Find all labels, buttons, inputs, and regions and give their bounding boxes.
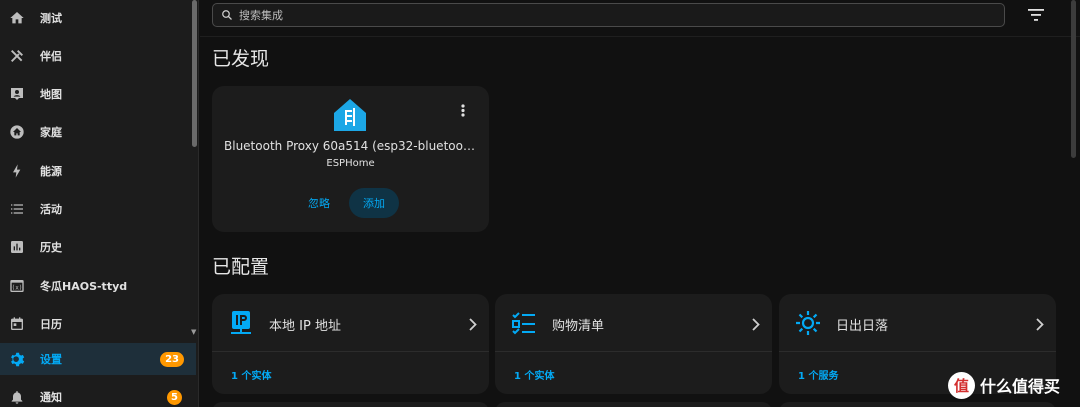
- sidebar-item-calendar[interactable]: 日历: [0, 308, 196, 340]
- filter-icon: [1028, 6, 1044, 25]
- integration-card-partial[interactable]: [779, 402, 1056, 407]
- watermark-text: 什么值得买: [980, 377, 1061, 396]
- map-account-icon: [8, 85, 26, 103]
- sidebar-item-label: 伴侣: [40, 50, 62, 63]
- sidebar-item-label: 日历: [40, 318, 62, 331]
- esphome-logo-icon: [332, 97, 368, 133]
- discovered-integration-name: ESPHome: [326, 158, 375, 169]
- chevron-right-icon: [1036, 316, 1046, 331]
- svg-text:(x): (x): [12, 284, 23, 291]
- lightning-icon: [8, 162, 26, 180]
- integration-title: 本地 IP 地址: [269, 319, 341, 334]
- sidebar-item-ttyd[interactable]: (x) 冬瓜HAOS-ttyd: [0, 270, 196, 302]
- entity-count-link[interactable]: 1 个实体: [514, 367, 554, 382]
- sidebar-item-label: 冬瓜HAOS-ttyd: [40, 280, 128, 293]
- configured-section-title: 已配置: [212, 256, 270, 278]
- integration-title: 日出日落: [836, 319, 889, 334]
- search-bar[interactable]: [212, 3, 1005, 27]
- bell-icon: [8, 388, 26, 406]
- home-circle-icon: [8, 123, 26, 141]
- sidebar-item-label: 能源: [40, 165, 62, 178]
- calendar-icon: [8, 315, 26, 333]
- search-input[interactable]: [239, 8, 1004, 22]
- integration-title: 购物清单: [552, 319, 605, 334]
- terminal-icon: (x): [8, 277, 26, 295]
- sidebar-item-label: 测试: [40, 12, 62, 25]
- ip-network-icon: [228, 310, 254, 336]
- integration-card-local-ip[interactable]: 本地 IP 地址 1 个实体: [212, 294, 489, 394]
- ignore-button[interactable]: 忽略: [298, 188, 340, 218]
- sidebar-item-label: 地图: [40, 88, 62, 101]
- sidebar-item-notifications[interactable]: 通知 5: [0, 381, 196, 407]
- chevron-right-icon: [752, 316, 762, 331]
- sidebar-item-history[interactable]: 历史: [0, 231, 196, 263]
- gear-icon: [8, 350, 26, 368]
- integration-card-shopping-list[interactable]: 购物清单 1 个实体: [495, 294, 772, 394]
- watermark-logo: 值: [948, 371, 975, 399]
- sun-icon: [795, 310, 821, 336]
- discovered-device-name: Bluetooth Proxy 60a514 (esp32-bluetooth-…: [224, 139, 477, 153]
- sidebar-item-logbook[interactable]: 活动: [0, 193, 196, 225]
- integration-card-partial[interactable]: [495, 402, 772, 407]
- sidebar: 测试 伴侣 地图 家庭 能源 活动 历史 (x) 冬瓜HAOS-ttyd 日历 …: [0, 0, 199, 407]
- card-divider: [495, 351, 772, 352]
- checklist-icon: [511, 310, 537, 336]
- entity-count-link[interactable]: 1 个实体: [231, 367, 271, 382]
- card-divider: [779, 351, 1056, 352]
- home-icon: [8, 9, 26, 27]
- sidebar-item-home[interactable]: 家庭: [0, 116, 196, 148]
- sidebar-item-companion[interactable]: 伴侣: [0, 40, 196, 72]
- watermark: 值 什么值得买: [948, 370, 1060, 400]
- sidebar-item-settings[interactable]: 设置 23: [0, 343, 196, 375]
- sidebar-item-label: 通知: [40, 391, 62, 404]
- settings-count-badge: 23: [160, 351, 184, 367]
- integration-card-partial[interactable]: [212, 402, 489, 407]
- more-options-button[interactable]: [458, 103, 468, 119]
- add-button[interactable]: 添加: [349, 188, 399, 218]
- dots-vertical-icon: [461, 102, 465, 121]
- service-count-link[interactable]: 1 个服务: [798, 367, 838, 382]
- sidebar-item-label: 历史: [40, 241, 62, 254]
- sidebar-item-label: 设置: [40, 353, 62, 366]
- header-divider: [200, 36, 1080, 37]
- sidebar-item-map[interactable]: 地图: [0, 78, 196, 110]
- discovered-section-title: 已发现: [212, 48, 270, 70]
- main-scrollbar[interactable]: [1071, 0, 1076, 158]
- discovered-card: Bluetooth Proxy 60a514 (esp32-bluetooth-…: [212, 86, 489, 232]
- chevron-right-icon: [469, 316, 479, 331]
- filter-button[interactable]: [1026, 6, 1046, 24]
- notifications-count-badge: 5: [167, 389, 182, 405]
- sidebar-item-label: 家庭: [40, 126, 62, 139]
- tools-icon: [8, 47, 26, 65]
- card-divider: [212, 351, 489, 352]
- sidebar-item-energy[interactable]: 能源: [0, 155, 196, 187]
- sidebar-item-label: 活动: [40, 203, 62, 216]
- list-icon: [8, 200, 26, 218]
- search-icon: [221, 8, 235, 22]
- chart-box-icon: [8, 238, 26, 256]
- sidebar-scrollbar[interactable]: [192, 0, 197, 147]
- main-content: 已发现 Bluetooth Proxy 60a514 (esp32-blueto…: [200, 0, 1080, 407]
- sidebar-item-test[interactable]: 测试: [0, 2, 196, 34]
- scroll-down-icon[interactable]: ▼: [191, 328, 196, 336]
